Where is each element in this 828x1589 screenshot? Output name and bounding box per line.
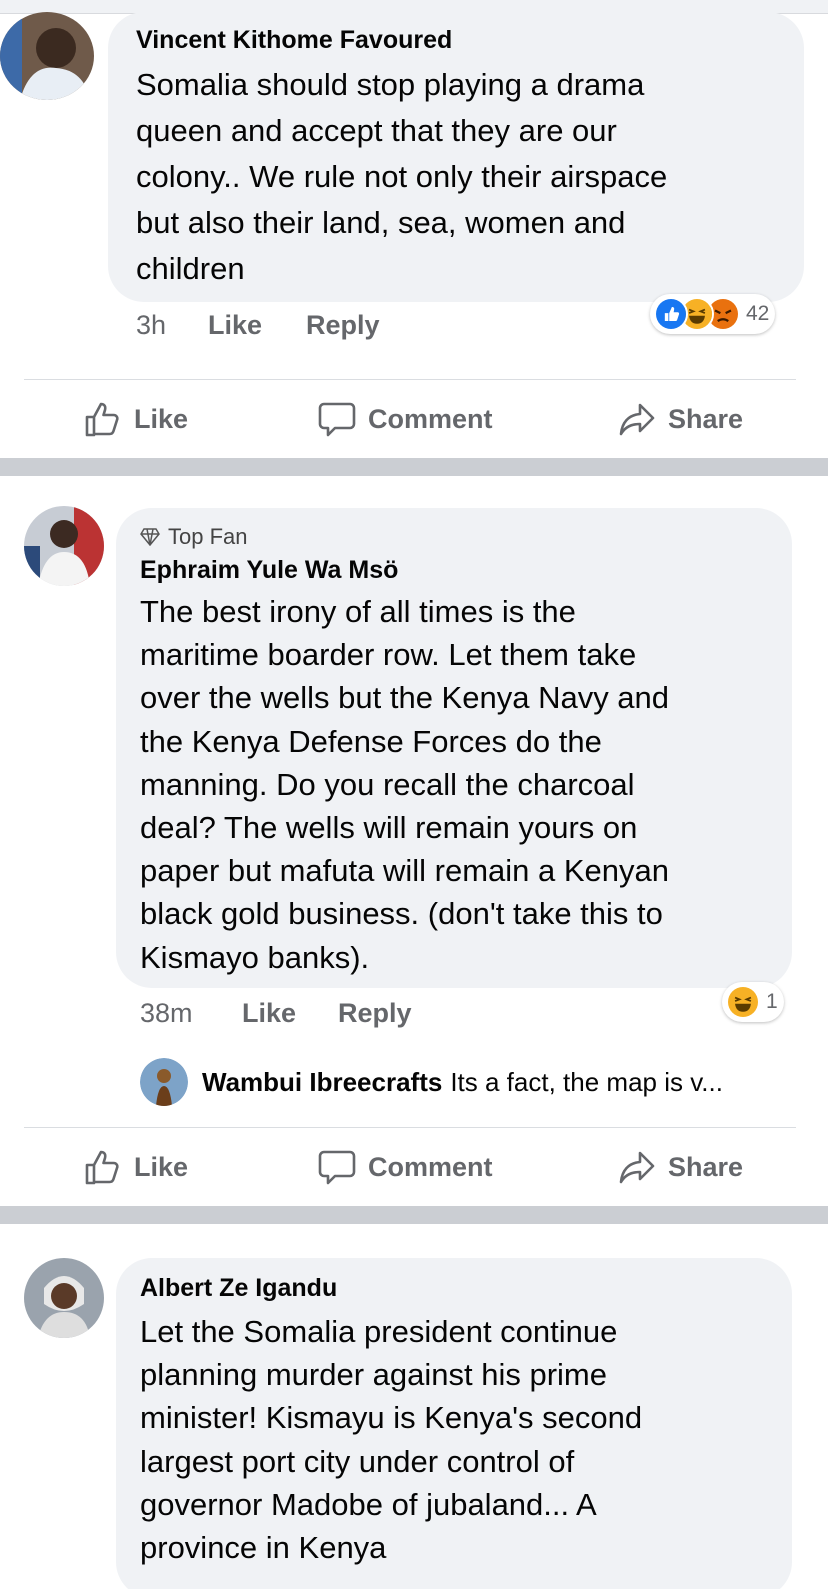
comment-like-link[interactable]: Like (208, 310, 262, 341)
diamond-icon (140, 528, 160, 546)
avatar-wambui (140, 1058, 188, 1106)
comment-like-link[interactable]: Like (242, 998, 296, 1029)
haha-reaction-icon (726, 985, 760, 1019)
post-comment-button[interactable]: Comment (318, 1148, 493, 1186)
reply-author[interactable]: Wambui Ibreecrafts (202, 1067, 442, 1098)
badge-label: Top Fan (168, 524, 248, 549)
reaction-summary[interactable]: 1 (722, 982, 784, 1022)
reaction-count: 1 (766, 990, 778, 1013)
post-like-label: Like (134, 1151, 189, 1182)
post-share-label: Share (668, 403, 744, 434)
post-share-button[interactable]: Share (618, 1148, 743, 1186)
comment-icon (318, 402, 356, 437)
comment-text: Let the Somalia president continue plann… (140, 1314, 643, 1566)
thumbs-up-icon (85, 402, 119, 437)
post-like-button[interactable]: Like (84, 1148, 188, 1186)
comment-text: The best irony of all times is the marit… (140, 594, 670, 975)
divider (24, 379, 796, 380)
post-comment-button[interactable]: Comment (318, 400, 493, 438)
avatar-albert[interactable] (24, 1258, 104, 1338)
comment-reply-link[interactable]: Reply (306, 310, 380, 341)
comment-icon (318, 1150, 356, 1185)
top-fan-badge: Top Fan (140, 524, 248, 550)
post-like-button[interactable]: Like (84, 400, 188, 438)
post-share-button[interactable]: Share (618, 400, 743, 438)
avatar-vincent[interactable] (0, 12, 94, 100)
comment-author[interactable]: Vincent Kithome Favoured (136, 26, 452, 55)
share-icon (619, 1151, 655, 1184)
post-like-label: Like (134, 403, 189, 434)
comment-timestamp[interactable]: 3h (136, 310, 166, 341)
post-separator (0, 1206, 828, 1224)
comment-reply-link[interactable]: Reply (338, 998, 412, 1029)
post-comment-label: Comment (368, 403, 493, 434)
reaction-summary[interactable]: 42 (650, 294, 776, 334)
avatar-ephraim[interactable] (24, 506, 104, 586)
reply-preview[interactable]: Wambui Ibreecrafts Its a fact, the map i… (140, 1058, 723, 1106)
comment-author[interactable]: Ephraim Yule Wa Msö (140, 556, 398, 585)
reaction-count: 42 (746, 302, 770, 325)
post-share-label: Share (668, 1151, 744, 1182)
reply-text: Its a fact, the map is v... (450, 1066, 723, 1097)
like-reaction-icon (654, 297, 688, 331)
thumbs-up-icon (85, 1150, 119, 1185)
comment-author[interactable]: Albert Ze Igandu (140, 1274, 337, 1303)
comment-text: Somalia should stop playing a drama quee… (136, 67, 668, 286)
post-separator (0, 458, 828, 476)
post-comment-label: Comment (368, 1151, 493, 1182)
comment-timestamp[interactable]: 38m (140, 998, 193, 1029)
divider (24, 1127, 796, 1128)
share-icon (619, 403, 655, 436)
